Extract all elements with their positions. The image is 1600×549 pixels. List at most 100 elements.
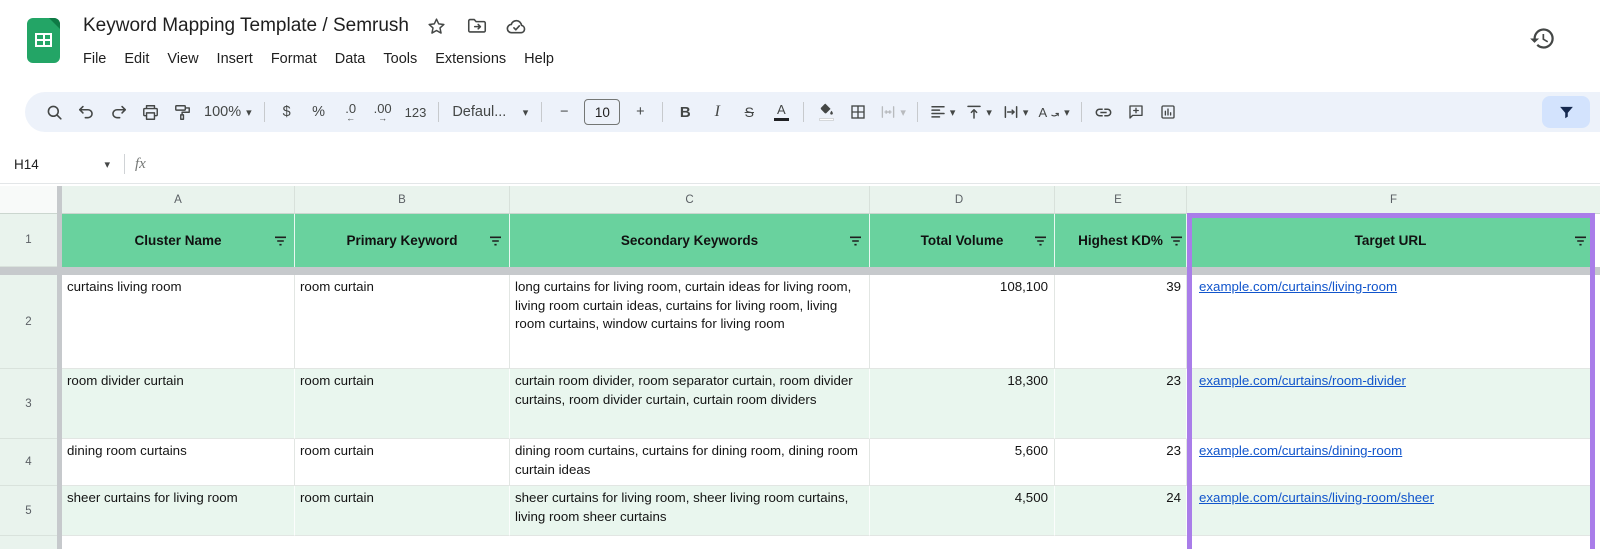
star-icon[interactable] — [425, 14, 449, 38]
menu-tools[interactable]: Tools — [374, 47, 426, 71]
cell-f3[interactable]: example.com/curtains/room-divider — [1187, 369, 1595, 439]
cell-d2[interactable]: 108,100 — [870, 275, 1055, 369]
horizontal-align-button[interactable] — [925, 97, 960, 127]
vertical-align-button[interactable] — [961, 97, 996, 127]
decrease-font-size-button[interactable]: − — [549, 97, 579, 127]
cell-b1[interactable]: Primary Keyword — [295, 214, 510, 267]
cloud-saved-icon[interactable] — [505, 14, 529, 38]
formula-input[interactable] — [160, 145, 1600, 183]
column-header-f[interactable]: F — [1187, 186, 1600, 214]
strikethrough-button[interactable]: S — [734, 97, 764, 127]
paint-format-icon[interactable] — [167, 97, 197, 127]
column-header-d[interactable]: D — [870, 186, 1055, 214]
row-header-2[interactable]: 2 — [0, 275, 57, 369]
target-url-link[interactable]: example.com/curtains/living-room — [1199, 279, 1397, 294]
format-currency-button[interactable]: $ — [272, 97, 302, 127]
row-header-6[interactable] — [0, 536, 57, 549]
increase-font-size-button[interactable]: + — [625, 97, 655, 127]
cell-d1[interactable]: Total Volume — [870, 214, 1055, 267]
filter-icon[interactable] — [1574, 235, 1587, 246]
target-url-link[interactable]: example.com/curtains/living-room/sheer — [1199, 490, 1434, 505]
text-rotation-button[interactable]: A — [1034, 97, 1073, 127]
menu-extensions[interactable]: Extensions — [426, 47, 515, 71]
column-header-a[interactable]: A — [62, 186, 295, 214]
cell-f5[interactable]: example.com/curtains/living-room/sheer — [1187, 486, 1595, 536]
cell-e1[interactable]: Highest KD% — [1055, 214, 1187, 267]
cell-b4[interactable]: room curtain — [295, 439, 510, 486]
column-header-e[interactable]: E — [1055, 186, 1187, 214]
insert-comment-icon[interactable] — [1121, 97, 1151, 127]
cell-a3[interactable]: room divider curtain — [62, 369, 295, 439]
menu-format[interactable]: Format — [262, 47, 326, 71]
cell-b5[interactable]: room curtain — [295, 486, 510, 536]
insert-chart-icon[interactable] — [1153, 97, 1183, 127]
format-percent-button[interactable]: % — [304, 97, 334, 127]
cell-f2[interactable]: example.com/curtains/living-room — [1187, 275, 1595, 369]
menu-insert[interactable]: Insert — [208, 47, 262, 71]
insert-link-icon[interactable] — [1089, 97, 1119, 127]
more-formats-button[interactable]: 123 — [400, 97, 432, 127]
merge-cells-button[interactable] — [875, 97, 910, 127]
cell-e5[interactable]: 24 — [1055, 486, 1187, 536]
create-filter-button[interactable] — [1542, 96, 1590, 128]
cell-f4[interactable]: example.com/curtains/dining-room — [1187, 439, 1595, 486]
name-box[interactable]: H14 — [0, 155, 118, 173]
sheets-logo[interactable] — [27, 18, 60, 63]
cell-e4[interactable]: 23 — [1055, 439, 1187, 486]
row-header-1[interactable]: 1 — [0, 214, 57, 267]
borders-icon[interactable] — [843, 97, 873, 127]
menu-edit[interactable]: Edit — [115, 47, 158, 71]
cell-d5[interactable]: 4,500 — [870, 486, 1055, 536]
frozen-row-divider[interactable] — [0, 267, 1600, 275]
version-history-icon[interactable] — [1526, 22, 1558, 54]
cell-c4[interactable]: dining room curtains, curtains for dinin… — [510, 439, 870, 486]
cell-b2[interactable]: room curtain — [295, 275, 510, 369]
text-color-button[interactable]: A — [766, 97, 796, 127]
target-url-link[interactable]: example.com/curtains/dining-room — [1199, 443, 1402, 458]
fill-color-button[interactable] — [811, 97, 841, 127]
search-icon[interactable] — [39, 97, 69, 127]
cell-a1[interactable]: Cluster Name — [62, 214, 295, 267]
row-header-4[interactable]: 4 — [0, 439, 57, 486]
cell-a2[interactable]: curtains living room — [62, 275, 295, 369]
column-header-c[interactable]: C — [510, 186, 870, 214]
column-header-b[interactable]: B — [295, 186, 510, 214]
undo-icon[interactable] — [71, 97, 101, 127]
print-icon[interactable] — [135, 97, 165, 127]
zoom-select[interactable]: 100% — [199, 97, 257, 127]
cell-c5[interactable]: sheer curtains for living room, sheer li… — [510, 486, 870, 536]
cell-a4[interactable]: dining room curtains — [62, 439, 295, 486]
menu-view[interactable]: View — [158, 47, 207, 71]
filter-icon[interactable] — [489, 235, 502, 246]
cell-a5[interactable]: sheer curtains for living room — [62, 486, 295, 536]
menu-help[interactable]: Help — [515, 47, 563, 71]
increase-decimal-button[interactable]: .00 → — [368, 97, 398, 127]
select-all-corner[interactable] — [0, 186, 57, 214]
cell-e2[interactable]: 39 — [1055, 275, 1187, 369]
filter-icon[interactable] — [274, 235, 287, 246]
cell-c3[interactable]: curtain room divider, room separator cur… — [510, 369, 870, 439]
cell-d4[interactable]: 5,600 — [870, 439, 1055, 486]
frozen-col-divider[interactable] — [57, 186, 62, 549]
text-wrap-button[interactable] — [998, 97, 1033, 127]
filter-icon[interactable] — [1170, 235, 1183, 246]
move-to-folder-icon[interactable] — [465, 14, 489, 38]
document-title[interactable]: Keyword Mapping Template / Semrush — [83, 15, 409, 37]
target-url-link[interactable]: example.com/curtains/room-divider — [1199, 373, 1406, 388]
bold-button[interactable]: B — [670, 97, 700, 127]
filter-icon[interactable] — [1034, 235, 1047, 246]
cell-c2[interactable]: long curtains for living room, curtain i… — [510, 275, 870, 369]
italic-button[interactable]: I — [702, 97, 732, 127]
cell-d3[interactable]: 18,300 — [870, 369, 1055, 439]
filter-icon[interactable] — [849, 235, 862, 246]
cell-e3[interactable]: 23 — [1055, 369, 1187, 439]
menu-data[interactable]: Data — [326, 47, 375, 71]
menu-file[interactable]: File — [74, 47, 115, 71]
font-select[interactable]: Defaul... — [446, 97, 534, 127]
cell-c1[interactable]: Secondary Keywords — [510, 214, 870, 267]
font-size-input[interactable]: 10 — [584, 99, 621, 125]
row-header-3[interactable]: 3 — [0, 369, 57, 439]
row-header-5[interactable]: 5 — [0, 486, 57, 536]
cell-f1[interactable]: Target URL — [1187, 214, 1595, 267]
partial-row-cells[interactable] — [62, 536, 1600, 549]
